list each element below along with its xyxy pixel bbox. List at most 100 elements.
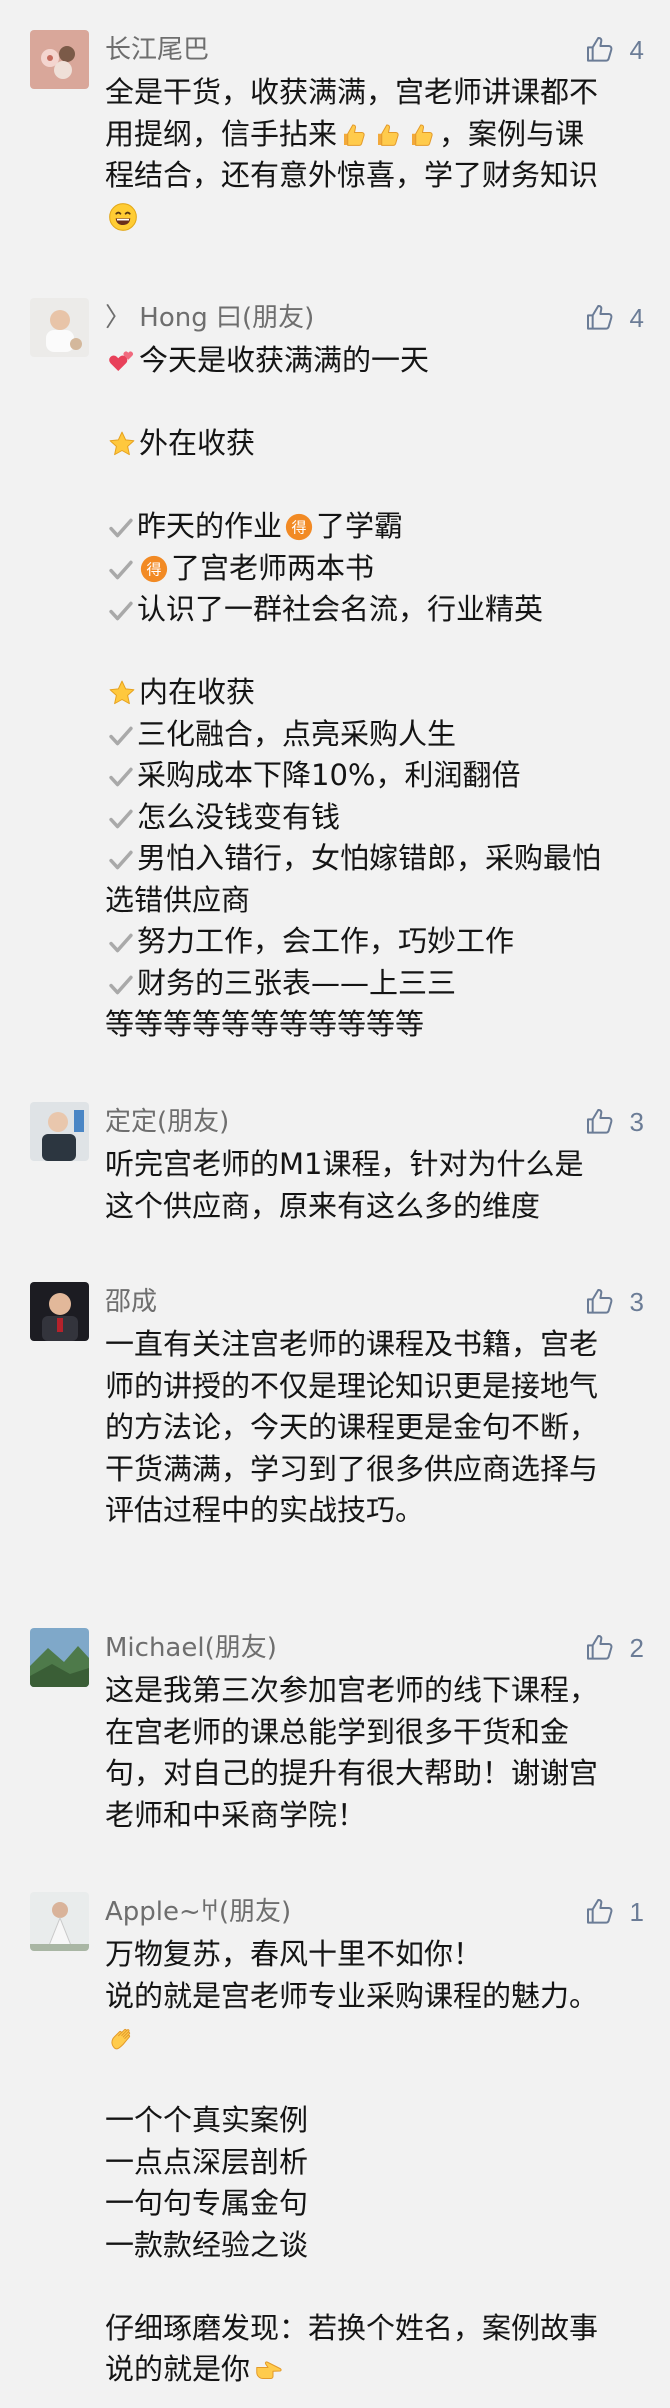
check-mark-emoji xyxy=(107,597,135,625)
comment-author[interactable]: 〉 Hong 曰(朋友) xyxy=(105,298,314,338)
comment-line: 在宫老师的课总能学到很多干货和金 xyxy=(105,1714,570,1749)
comment-line: 等等等等等等等等等等等 xyxy=(105,1007,425,1041)
comment-line: 程结合，还有意外惊喜，学了财务知识 xyxy=(105,158,599,192)
avatar[interactable] xyxy=(30,1102,89,1161)
comment-line: 选错供应商 xyxy=(105,882,251,917)
check-mark-emoji xyxy=(107,722,135,750)
like-count: 3 xyxy=(629,1106,644,1137)
grinning-face-emoji xyxy=(107,201,139,233)
comment-line: 一款款经验之谈 xyxy=(105,2227,309,2262)
like-count: 1 xyxy=(629,1896,644,1927)
check-mark-emoji xyxy=(107,514,135,542)
comment-line: 怎么没钱变有钱 xyxy=(105,797,645,839)
circled-de-emoji: 得 xyxy=(284,512,314,542)
comment-line: 说的就是宫老师专业采购课程的魅力。 xyxy=(105,1978,599,2013)
thumbs-up-emoji xyxy=(407,120,437,150)
comment-author[interactable]: 长江尾巴 xyxy=(105,30,209,70)
check-mark-emoji xyxy=(107,763,135,791)
comment-line: 评估过程中的实战技巧。 xyxy=(105,1493,425,1527)
thumbs-up-icon xyxy=(584,302,616,334)
pointing-right-emoji xyxy=(252,2355,284,2385)
comment-line: 一句句专属金句 xyxy=(105,2186,309,2220)
like-button[interactable]: 4 xyxy=(584,30,644,70)
comment-line: 全是干货，收获满满，宫老师讲课都不 xyxy=(105,75,599,109)
check-mark-emoji xyxy=(107,846,135,874)
comment-line: 用提纲，信手拈来 ，案例与课 xyxy=(105,116,585,151)
thumbs-up-icon xyxy=(584,34,616,66)
comment-line xyxy=(105,197,645,239)
comment-body: 这是我第三次参加宫老师的线下课程， 在宫老师的课总能学到很多干货和金 句，对自己… xyxy=(105,1670,645,1836)
svg-text:得: 得 xyxy=(292,519,307,537)
avatar[interactable] xyxy=(30,30,89,89)
comment-line xyxy=(105,465,645,507)
comment-author[interactable]: 定定(朋友) xyxy=(105,1102,229,1142)
comment-line xyxy=(105,631,645,673)
comment-line: 男怕入错行，女怕嫁错郎，采购最怕 xyxy=(105,838,645,880)
like-button[interactable]: 1 xyxy=(584,1892,644,1932)
comment-line: 今天是收获满满的一天 xyxy=(105,340,645,382)
avatar[interactable] xyxy=(30,1892,89,1951)
like-button[interactable]: 3 xyxy=(584,1102,644,1142)
thumbs-up-icon xyxy=(584,1896,616,1928)
comment-body: 今天是收获满满的一天 外在收获 昨天的作业得了学霸 得了宫老师两本书 认识了一群… xyxy=(105,340,645,1046)
svg-text:得: 得 xyxy=(146,560,161,578)
comment-line: 师的讲授的不仅是理论知识更是接地气 xyxy=(105,1368,599,1403)
comment-body: 听完宫老师的M1课程，针对为什么是 这个供应商，原来有这么多的维度 xyxy=(105,1144,645,1227)
comment-author[interactable]: 邵成 xyxy=(105,1282,157,1322)
comment-author[interactable]: Apple~𐀀(朋友) xyxy=(105,1892,291,1932)
avatar[interactable] xyxy=(30,1282,89,1341)
comment-line: 句，对自己的提升有很大帮助！谢谢宫 xyxy=(105,1756,599,1790)
avatar[interactable] xyxy=(30,1628,89,1687)
comment-list: 长江尾巴 4 全是干货，收获满满，宫老师讲课都不 用提纲，信手拈来 ，案例与课 程… xyxy=(0,0,670,2408)
comment-line: 这个供应商，原来有这么多的维度 xyxy=(105,1188,541,1223)
comment-line: 这是我第三次参加宫老师的线下课程， xyxy=(105,1673,599,1707)
comment-line: 采购成本下降10%，利润翻倍 xyxy=(105,755,645,797)
comment-line xyxy=(105,2059,645,2101)
like-count: 3 xyxy=(629,1286,644,1317)
like-count: 4 xyxy=(629,34,644,65)
comment-line: 一个个真实案例 xyxy=(105,2103,309,2137)
comment-line: 万物复苏，春风十里不如你！ xyxy=(105,1937,483,1971)
like-count: 4 xyxy=(629,302,644,333)
like-count: 2 xyxy=(629,1632,644,1663)
thumbs-up-emoji xyxy=(339,120,369,150)
comment-line: 仔细琢磨发现：若换个姓名，案例故事 xyxy=(105,2310,599,2345)
comment-body: 全是干货，收获满满，宫老师讲课都不 用提纲，信手拈来 ，案例与课 程结合，还有意外… xyxy=(105,72,645,238)
thumbs-up-icon xyxy=(584,1286,616,1318)
check-mark-emoji xyxy=(107,929,135,957)
circled-de-emoji: 得 xyxy=(139,554,169,584)
comment-body: 一直有关注宫老师的课程及书籍，宫老 师的讲授的不仅是理论知识更是接地气 的方法论… xyxy=(105,1324,645,1532)
thumbs-up-emoji xyxy=(373,120,403,150)
comment-line: 一点点深层剖析 xyxy=(105,2144,309,2179)
like-button[interactable]: 4 xyxy=(584,298,644,338)
thumbs-up-icon xyxy=(584,1106,616,1138)
avatar[interactable] xyxy=(30,298,89,357)
check-mark-emoji xyxy=(107,971,135,999)
thumbs-up-icon xyxy=(584,1632,616,1664)
comment-line: 听完宫老师的M1课程，针对为什么是 xyxy=(105,1147,584,1181)
comment-author[interactable]: Michael(朋友) xyxy=(105,1628,277,1668)
star-emoji xyxy=(107,678,137,708)
comment-line: 老师和中采商学院！ xyxy=(105,1797,367,1832)
clapping-hands-emoji xyxy=(107,2023,137,2053)
comment-line: 财务的三张表——上三三 xyxy=(105,963,645,1005)
comment-line: 内在收获 xyxy=(105,672,645,714)
comment-line xyxy=(105,382,645,424)
comment-line: 认识了一群社会名流，行业精英 xyxy=(105,589,645,631)
check-mark-emoji xyxy=(107,805,135,833)
comment-line: 干货满满，学习到了很多供应商选择与 xyxy=(105,1451,599,1486)
comment-line: 三化融合，点亮采购人生 xyxy=(105,714,645,756)
comment-line: 说的就是你 xyxy=(105,2349,645,2391)
check-mark-emoji xyxy=(107,556,135,584)
comment-line: 努力工作，会工作，巧妙工作 xyxy=(105,921,645,963)
comment-line xyxy=(105,2017,645,2059)
comment-line: 得了宫老师两本书 xyxy=(105,548,645,590)
star-emoji xyxy=(107,429,137,459)
comment-line: 外在收获 xyxy=(105,423,645,465)
comment-line: 昨天的作业得了学霸 xyxy=(105,506,645,548)
comment-line xyxy=(105,2266,645,2308)
like-button[interactable]: 2 xyxy=(584,1628,644,1668)
two-hearts-emoji xyxy=(107,346,137,376)
comment-line: 一直有关注宫老师的课程及书籍，宫老 xyxy=(105,1327,599,1361)
like-button[interactable]: 3 xyxy=(584,1282,644,1322)
